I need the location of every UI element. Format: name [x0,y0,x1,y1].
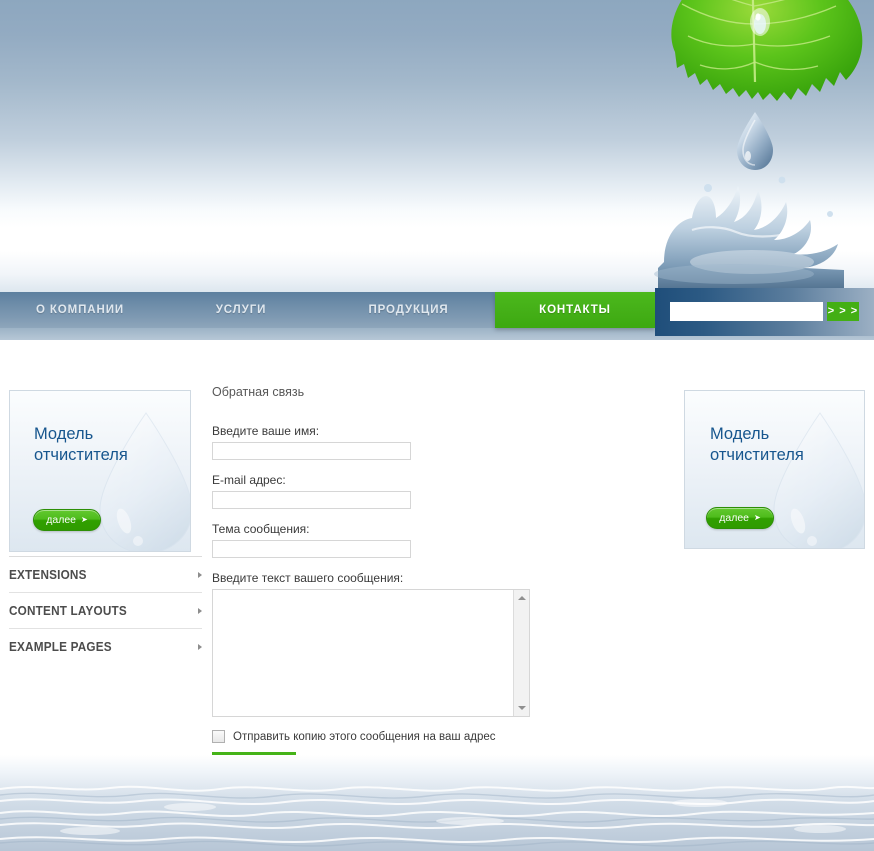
promo-widget-left[interactable]: Модель отчистителя далее ➤ [9,390,191,552]
chevron-right-icon [198,643,202,650]
nav-item-list: О КОМПАНИИ УСЛУГИ ПРОДУКЦИЯ КОНТАКТЫ [0,292,655,328]
contact-form: Обратная связь Введите ваше имя: E-mail … [212,385,542,773]
nav-item-label: ПРОДУКЦИЯ [368,304,449,316]
sidebar-item-example-pages[interactable]: EXAMPLE PAGES [9,628,202,664]
site-header [0,0,874,292]
promo-more-label: далее [46,514,77,526]
promo-more-button[interactable]: далее ➤ [706,507,774,529]
copy-checkbox-label: Отправить копию этого сообщения на ваш а… [233,730,496,743]
nav-item-services[interactable]: УСЛУГИ [160,292,322,328]
search-input[interactable] [670,302,823,321]
page-root: О КОМПАНИИ УСЛУГИ ПРОДУКЦИЯ КОНТАКТЫ > >… [0,0,874,851]
subject-input[interactable] [212,540,411,558]
leaf-shape [671,0,863,101]
message-textarea[interactable] [213,590,513,716]
search-panel: > > > [655,288,874,336]
textarea-scrollbar[interactable] [513,590,529,716]
search-submit-button[interactable]: > > > [827,302,859,321]
message-field-label: Введите текст вашего сообщения: [212,571,404,585]
name-input[interactable] [212,442,411,460]
nav-item-contacts[interactable]: КОНТАКТЫ [495,292,655,328]
water-splash [654,176,844,292]
sidebar-item-label: EXTENSIONS [9,567,87,582]
hero-artwork [634,0,874,292]
copy-checkbox[interactable] [212,730,225,743]
sidebar-item-label: CONTENT LAYOUTS [9,603,127,618]
message-textarea-wrapper [212,589,530,717]
water-droplet [737,112,773,170]
footer-water-graphic [0,755,874,851]
sidebar-item-label: EXAMPLE PAGES [9,639,112,654]
copy-checkbox-row: Отправить копию этого сообщения на ваш а… [212,730,542,743]
promo-more-label: далее [719,512,750,524]
nav-item-label: О КОМПАНИИ [35,304,125,316]
email-field-label: E-mail адрес: [212,473,286,487]
arrow-right-icon: ➤ [81,515,88,524]
subject-field-label: Тема сообщения: [212,522,310,536]
page-title: Обратная связь [212,385,305,399]
sidebar-menu: EXTENSIONS CONTENT LAYOUTS EXAMPLE PAGES [9,556,202,664]
sidebar-item-extensions[interactable]: EXTENSIONS [9,556,202,592]
email-input[interactable] [212,491,411,509]
nav-item-products[interactable]: ПРОДУКЦИЯ [322,292,495,328]
nav-item-about[interactable]: О КОМПАНИИ [0,292,160,328]
scroll-up-icon[interactable] [514,590,530,606]
promo-widget-right[interactable]: Модель отчистителя далее ➤ [684,390,865,549]
promo-more-button[interactable]: далее ➤ [33,509,101,531]
name-field-label: Введите ваше имя: [212,424,320,438]
chevron-right-icon [198,571,202,578]
chevron-right-icon [198,607,202,614]
promo-title: Модель отчистителя [34,425,128,464]
nav-item-label: КОНТАКТЫ [539,304,611,316]
promo-title: Модель отчистителя [710,425,804,464]
arrow-right-icon: ➤ [754,513,761,522]
main-content: Модель отчистителя далее ➤ EXTENSIONS CO… [0,340,874,773]
scroll-down-icon[interactable] [514,700,530,716]
nav-item-label: УСЛУГИ [215,304,267,316]
sidebar-item-content-layouts[interactable]: CONTENT LAYOUTS [9,592,202,628]
